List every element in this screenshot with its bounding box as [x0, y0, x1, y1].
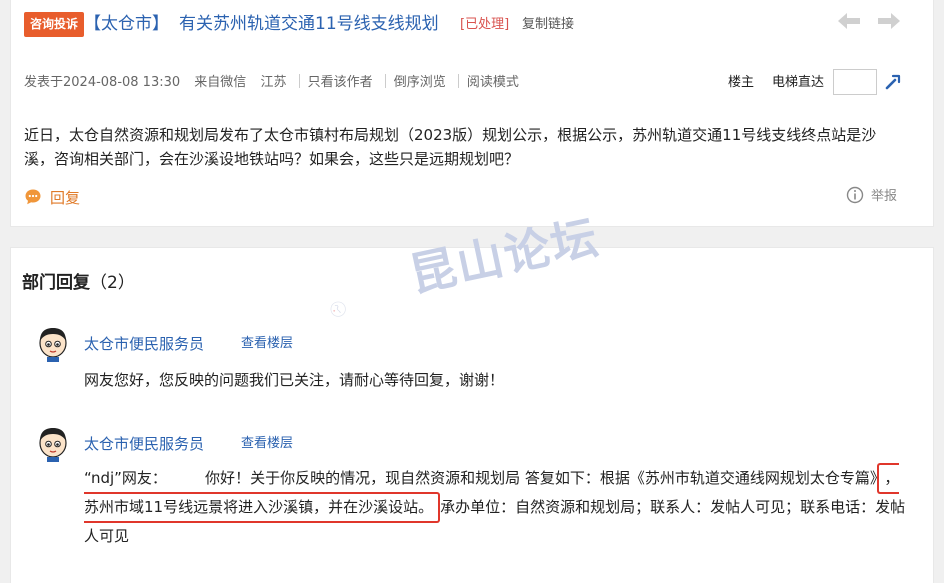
post-meta: 发表于2024-08-08 13:30 来自微信 江苏 只看该作者 倒序浏览 阅… [24, 73, 519, 93]
copy-link-button[interactable]: 复制链接 [522, 15, 574, 35]
elevator-label: 电梯直达 [772, 75, 825, 90]
department-reply-count: （2） [90, 273, 135, 293]
post-source: 来自微信 [194, 75, 247, 90]
reply-button[interactable]: 回复 [24, 186, 80, 208]
category-badge: 咨询投诉 [24, 12, 85, 37]
goto-floor-icon[interactable] [884, 73, 902, 91]
status-badge: [已处理] [460, 17, 510, 32]
arrow-left-icon[interactable] [836, 10, 862, 32]
reply-text: “ndj”网友： 你好！关于你反映的情况，现自然资源和规划局 答复如下：根据《苏… [84, 463, 914, 551]
chat-bubble-icon [25, 189, 41, 205]
department-reply-heading: 部门回复（2） [22, 270, 135, 296]
divider [384, 74, 386, 88]
thread-title: 【太仓市】 有关苏州轨道交通11号线支线规划 [84, 12, 439, 37]
arrow-right-icon[interactable] [876, 10, 902, 32]
reply-author[interactable]: 太仓市便民服务员 [84, 333, 204, 355]
only-author-link[interactable]: 只看该作者 [308, 73, 373, 93]
report-button[interactable]: 举报 [846, 185, 897, 204]
info-icon [846, 186, 864, 203]
view-floor-link[interactable]: 查看楼层 [241, 333, 293, 355]
watermark-logo-icon [330, 301, 346, 317]
reading-mode-link[interactable]: 阅读模式 [467, 73, 519, 93]
reply-text: 网友您好，您反映的问题我们已关注，请耐心等待回复，谢谢！ [84, 371, 505, 389]
post-time: 发表于2024-08-08 13:30 [24, 75, 181, 90]
report-label: 举报 [871, 189, 898, 204]
reply-text-before: “ndj”网友： 你好！关于你反映的情况，现自然资源和规划局 答复如下：根据《苏… [84, 469, 878, 487]
divider [298, 74, 300, 88]
view-floor-link[interactable]: 查看楼层 [241, 433, 293, 455]
post-region: 江苏 [260, 75, 287, 90]
avatar-icon[interactable] [37, 426, 69, 462]
divider [457, 74, 459, 88]
reverse-order-link[interactable]: 倒序浏览 [394, 73, 446, 93]
floor-jump-input[interactable] [833, 69, 877, 95]
post-content: 近日，太仓自然资源和规划局发布了太仓市镇村布局规划（2023版）规划公示，根据公… [24, 126, 877, 168]
thread-title-text: 有关苏州轨道交通11号线支线规划 [179, 14, 439, 34]
floor-owner-label: 楼主 [728, 75, 755, 90]
reply-label: 回复 [50, 188, 81, 207]
department-reply-title: 部门回复 [22, 273, 90, 293]
reply-author[interactable]: 太仓市便民服务员 [84, 433, 204, 455]
avatar-icon[interactable] [37, 326, 69, 362]
thread-city[interactable]: 【太仓市】 [84, 14, 169, 34]
